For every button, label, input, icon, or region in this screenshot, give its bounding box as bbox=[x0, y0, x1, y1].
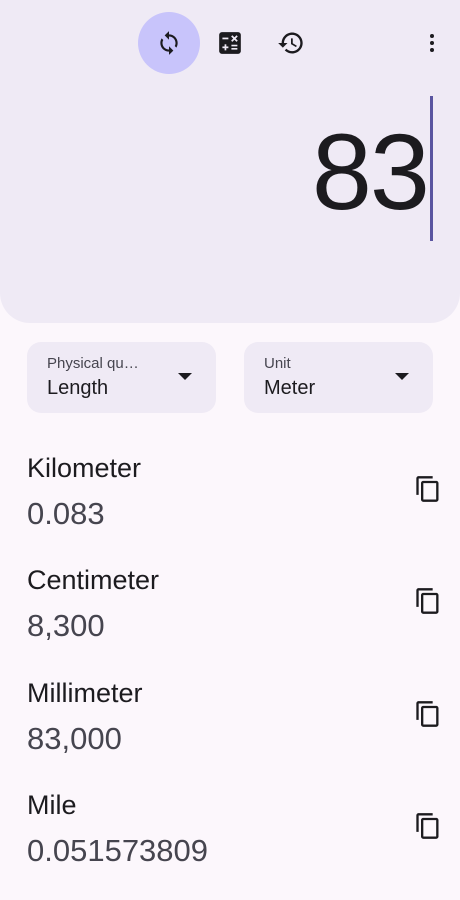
converter-tab-button[interactable] bbox=[138, 12, 200, 74]
physical-quantity-dropdown[interactable]: Physical qu… Length bbox=[27, 342, 216, 413]
result-unit-name: Kilometer bbox=[27, 453, 142, 483]
result-row-kilometer: Kilometer 0.083 bbox=[0, 451, 460, 551]
dropdown-arrow-icon bbox=[178, 373, 192, 380]
result-unit-value: 0.051573809 bbox=[27, 833, 209, 868]
physical-quantity-label: Physical qu… bbox=[47, 355, 139, 372]
result-unit-name: Mile bbox=[27, 790, 77, 820]
unit-value: Meter bbox=[264, 377, 316, 399]
input-value-display[interactable]: 83 bbox=[312, 112, 430, 232]
copy-icon bbox=[416, 476, 439, 502]
copy-icon bbox=[416, 588, 439, 614]
copy-button[interactable] bbox=[404, 465, 452, 513]
result-row-mile: Mile 0.051573809 bbox=[0, 788, 460, 888]
result-row-millimeter: Millimeter 83,000 bbox=[0, 676, 460, 776]
copy-button[interactable] bbox=[404, 577, 452, 625]
input-panel: 83 bbox=[0, 0, 460, 323]
copy-button[interactable] bbox=[404, 802, 452, 850]
copy-icon bbox=[416, 701, 439, 727]
more-vert-icon bbox=[430, 34, 434, 52]
dropdown-arrow-icon bbox=[395, 373, 409, 380]
unit-dropdown[interactable]: Unit Meter bbox=[244, 342, 433, 413]
result-unit-name: Millimeter bbox=[27, 678, 143, 708]
result-unit-name: Centimeter bbox=[27, 565, 160, 595]
calculator-tab-button[interactable] bbox=[199, 12, 261, 74]
history-icon bbox=[278, 32, 303, 54]
result-row-centimeter: Centimeter 8,300 bbox=[0, 563, 460, 663]
copy-button[interactable] bbox=[404, 690, 452, 738]
text-cursor bbox=[430, 96, 433, 241]
unit-label: Unit bbox=[264, 355, 291, 372]
result-unit-value: 83,000 bbox=[27, 721, 122, 756]
result-unit-value: 8,300 bbox=[27, 608, 105, 643]
copy-icon bbox=[416, 813, 439, 839]
calculator-icon bbox=[219, 32, 241, 54]
history-tab-button[interactable] bbox=[260, 12, 322, 74]
sync-icon bbox=[160, 31, 178, 55]
more-options-button[interactable] bbox=[411, 22, 453, 64]
physical-quantity-value: Length bbox=[47, 377, 109, 399]
result-unit-value: 0.083 bbox=[27, 496, 105, 531]
